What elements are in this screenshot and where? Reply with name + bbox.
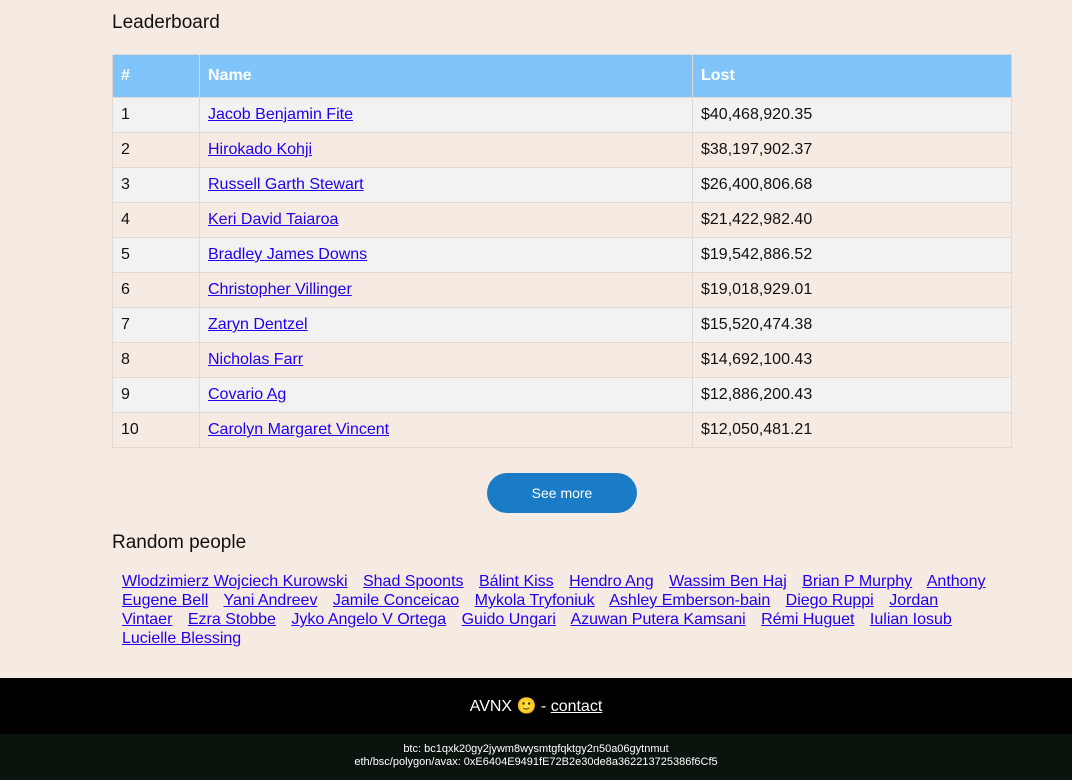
name-cell: Zaryn Dentzel bbox=[199, 307, 693, 343]
person-link[interactable]: Zaryn Dentzel bbox=[208, 316, 308, 333]
rank-cell: 2 bbox=[112, 132, 200, 168]
rank-cell: 10 bbox=[112, 412, 200, 448]
contact-link[interactable]: contact bbox=[551, 698, 603, 715]
name-cell: Carolyn Margaret Vincent bbox=[199, 412, 693, 448]
lost-cell: $19,018,929.01 bbox=[692, 272, 1012, 308]
person-link[interactable]: Carolyn Margaret Vincent bbox=[208, 421, 389, 438]
person-link[interactable]: Brian P Murphy bbox=[802, 573, 912, 590]
person-link[interactable]: Guido Ungari bbox=[462, 611, 556, 628]
random-people-title: Random people bbox=[112, 532, 247, 553]
name-cell: Jacob Benjamin Fite bbox=[199, 97, 693, 133]
person-link[interactable]: Wlodzimierz Wojciech Kurowski bbox=[122, 573, 348, 590]
table-row: 9 Covario Ag $12,886,200.43 bbox=[112, 377, 1012, 413]
leaderboard-title: Leaderboard bbox=[112, 12, 220, 33]
lost-cell: $38,197,902.37 bbox=[692, 132, 1012, 168]
lost-cell: $12,886,200.43 bbox=[692, 377, 1012, 413]
person-link[interactable]: Russell Garth Stewart bbox=[208, 176, 364, 193]
table-row: 3 Russell Garth Stewart $26,400,806.68 bbox=[112, 167, 1012, 203]
person-link[interactable]: Iulian Iosub bbox=[870, 611, 952, 628]
table-row: 6 Christopher Villinger $19,018,929.01 bbox=[112, 272, 1012, 308]
rank-cell: 7 bbox=[112, 307, 200, 343]
name-cell: Nicholas Farr bbox=[199, 342, 693, 378]
person-link[interactable]: Jyko Angelo V Ortega bbox=[291, 611, 446, 628]
person-link[interactable]: Bradley James Downs bbox=[208, 246, 367, 263]
see-more-button[interactable]: See more bbox=[487, 473, 637, 513]
rank-cell: 5 bbox=[112, 237, 200, 273]
name-cell: Covario Ag bbox=[199, 377, 693, 413]
table-row: 2 Hirokado Kohji $38,197,902.37 bbox=[112, 132, 1012, 168]
person-link[interactable]: Yani Andreev bbox=[223, 592, 317, 609]
person-link[interactable]: Mykola Tryfoniuk bbox=[475, 592, 595, 609]
leaderboard-table: # Name Lost 1 Jacob Benjamin Fite $40,468,… bbox=[112, 54, 1012, 448]
person-link[interactable]: Shad Spoonts bbox=[363, 573, 464, 590]
lost-cell: $12,050,481.21 bbox=[692, 412, 1012, 448]
person-link[interactable]: Ashley Emberson-bain bbox=[609, 592, 770, 609]
table-row: 10 Carolyn Margaret Vincent $12,050,481.21 bbox=[112, 412, 1012, 448]
person-link[interactable]: Rémi Huguet bbox=[761, 611, 854, 628]
rank-cell: 4 bbox=[112, 202, 200, 238]
donation-addresses: btc: bc1qxk20gy2jywm8wysmtgfqktgy2n50a06… bbox=[0, 734, 1072, 780]
lost-cell: $40,468,920.35 bbox=[692, 97, 1012, 133]
rank-cell: 3 bbox=[112, 167, 200, 203]
header-rank: # bbox=[112, 54, 200, 98]
person-link[interactable]: Jacob Benjamin Fite bbox=[208, 106, 353, 123]
person-link[interactable]: Azuwan Putera Kamsani bbox=[570, 611, 745, 628]
person-link[interactable]: Diego Ruppi bbox=[786, 592, 874, 609]
rank-cell: 9 bbox=[112, 377, 200, 413]
person-link[interactable]: Christopher Villinger bbox=[208, 281, 352, 298]
person-link[interactable]: Bálint Kiss bbox=[479, 573, 554, 590]
person-link[interactable]: Ezra Stobbe bbox=[188, 611, 276, 628]
lost-cell: $14,692,100.43 bbox=[692, 342, 1012, 378]
lost-cell: $26,400,806.68 bbox=[692, 167, 1012, 203]
header-name: Name bbox=[199, 54, 693, 98]
table-row: 1 Jacob Benjamin Fite $40,468,920.35 bbox=[112, 97, 1012, 133]
header-lost: Lost bbox=[692, 54, 1012, 98]
lost-cell: $19,542,886.52 bbox=[692, 237, 1012, 273]
table-row: 7 Zaryn Dentzel $15,520,474.38 bbox=[112, 307, 1012, 343]
table-row: 8 Nicholas Farr $14,692,100.43 bbox=[112, 342, 1012, 378]
random-people-list: Wlodzimierz Wojciech Kurowski Shad Spoon… bbox=[122, 572, 992, 648]
rank-cell: 1 bbox=[112, 97, 200, 133]
person-link[interactable]: Covario Ag bbox=[208, 386, 286, 403]
btc-address: btc: bc1qxk20gy2jywm8wysmtgfqktgy2n50a06… bbox=[403, 743, 669, 755]
lost-cell: $15,520,474.38 bbox=[692, 307, 1012, 343]
person-link[interactable]: Hendro Ang bbox=[569, 573, 654, 590]
person-link[interactable]: Wassim Ben Haj bbox=[669, 573, 787, 590]
person-link[interactable]: Hirokado Kohji bbox=[208, 141, 312, 158]
table-row: 4 Keri David Taiaroa $21,422,982.40 bbox=[112, 202, 1012, 238]
person-link[interactable]: Keri David Taiaroa bbox=[208, 211, 338, 228]
person-link[interactable]: Nicholas Farr bbox=[208, 351, 303, 368]
footer: AVNX 🙂 - contact bbox=[0, 678, 1072, 734]
table-row: 5 Bradley James Downs $19,542,886.52 bbox=[112, 237, 1012, 273]
rank-cell: 6 bbox=[112, 272, 200, 308]
lost-cell: $21,422,982.40 bbox=[692, 202, 1012, 238]
name-cell: Hirokado Kohji bbox=[199, 132, 693, 168]
person-link[interactable]: Jamile Conceicao bbox=[333, 592, 459, 609]
eth-address: eth/bsc/polygon/avax: 0xE6404E9491fE72B2… bbox=[354, 756, 718, 768]
name-cell: Keri David Taiaroa bbox=[199, 202, 693, 238]
name-cell: Bradley James Downs bbox=[199, 237, 693, 273]
name-cell: Russell Garth Stewart bbox=[199, 167, 693, 203]
name-cell: Christopher Villinger bbox=[199, 272, 693, 308]
person-link[interactable]: Lucielle Blessing bbox=[122, 630, 241, 647]
footer-brand: AVNX 🙂 - bbox=[469, 698, 551, 715]
rank-cell: 8 bbox=[112, 342, 200, 378]
